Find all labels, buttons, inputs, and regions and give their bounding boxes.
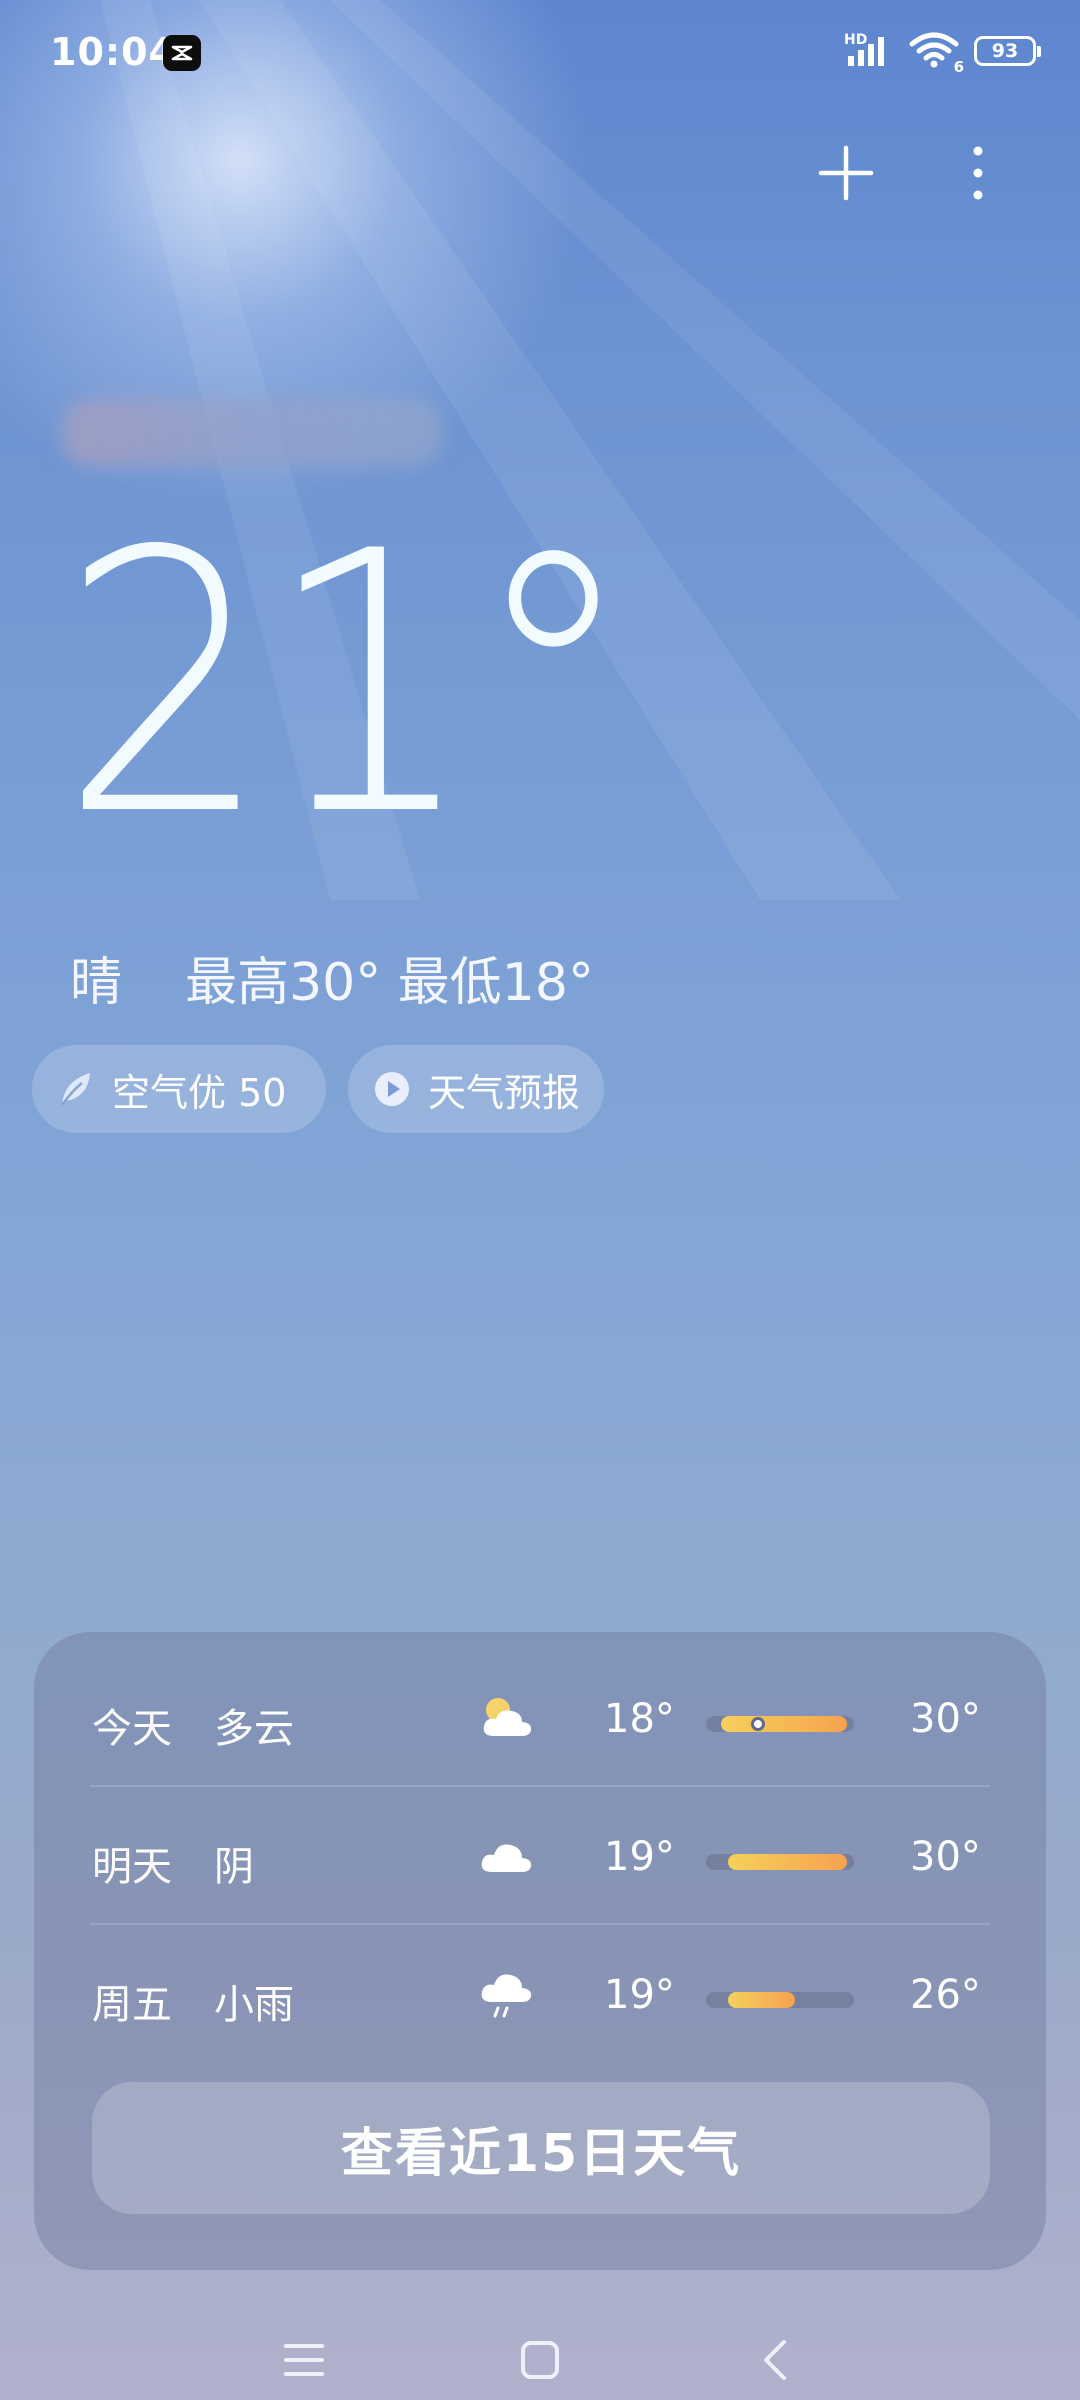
view-15-day-forecast-button[interactable]: 查看近15日天气 xyxy=(92,2082,990,2214)
row-divider xyxy=(90,1785,990,1787)
light-rain-icon xyxy=(481,1974,532,2018)
cloud-icon xyxy=(481,1844,532,1872)
status-time: 10:04 xyxy=(50,30,176,74)
menu-icon xyxy=(284,2344,324,2376)
temp-range-bar xyxy=(706,1716,854,1732)
forecast-row-today[interactable]: 今天 多云 18° 30° xyxy=(56,1652,981,1788)
more-options-button[interactable] xyxy=(955,140,1001,206)
wifi-label: 6 xyxy=(953,58,964,76)
plus-icon xyxy=(818,145,874,201)
temp-range-fill xyxy=(728,1854,847,1870)
back-button[interactable] xyxy=(746,2330,806,2390)
forecast-low: 19° xyxy=(604,1834,675,1880)
current-temperature: 21° xyxy=(60,475,636,894)
more-vertical-icon xyxy=(973,146,983,200)
forecast-day: 今天 xyxy=(92,1706,172,1752)
menu-button[interactable] xyxy=(274,2330,334,2390)
wifi-icon: 6 xyxy=(908,32,964,76)
weather-screen: 10:04 HD 6 93 21° 晴 最高30° 最低18° 空气优 50 天… xyxy=(0,0,1080,2400)
forecast-high: 26° xyxy=(910,1972,981,2018)
air-quality-text: 空气优 50 xyxy=(112,1070,287,1115)
home-button[interactable] xyxy=(510,2330,570,2390)
capcut-icon xyxy=(163,35,201,71)
weather-forecast-text: 天气预报 xyxy=(428,1070,581,1115)
forecast-high: 30° xyxy=(910,1834,981,1880)
home-square-icon xyxy=(521,2341,559,2379)
forecast-high: 30° xyxy=(910,1696,981,1742)
location-name-redacted[interactable] xyxy=(62,398,442,468)
row-divider xyxy=(90,1923,990,1925)
leaf-icon xyxy=(56,1069,96,1109)
temp-range-fill xyxy=(728,1992,795,2008)
back-chevron-icon xyxy=(764,2340,786,2380)
current-condition: 晴 xyxy=(70,953,123,1013)
forecast-row-friday[interactable]: 周五 小雨 19° 26° xyxy=(56,1928,981,2064)
forecast-row-tomorrow[interactable]: 明天 阴 19° 30° xyxy=(56,1790,981,1926)
forecast-day: 周五 xyxy=(92,1982,172,2028)
battery-icon: 93 xyxy=(974,36,1041,66)
air-quality-chip[interactable]: 空气优 50 xyxy=(32,1045,326,1133)
battery-level: 93 xyxy=(991,40,1019,62)
navigation-bar xyxy=(0,2300,1080,2400)
current-condition-line: 晴 最高30° 最低18° xyxy=(70,940,594,1015)
forecast-low: 19° xyxy=(604,1972,675,2018)
high-low-temperature: 最高30° 最低18° xyxy=(185,953,594,1013)
status-icons: HD 6 93 xyxy=(844,32,1041,76)
forecast-desc: 小雨 xyxy=(214,1982,294,2028)
status-bar: 10:04 HD 6 93 xyxy=(0,0,1080,110)
forecast-day: 明天 xyxy=(92,1844,172,1890)
signal-icon: HD xyxy=(844,32,894,68)
play-icon xyxy=(372,1069,412,1109)
forecast-desc: 多云 xyxy=(214,1706,294,1752)
temp-range-bar xyxy=(706,1992,854,2008)
weather-forecast-video-chip[interactable]: 天气预报 xyxy=(348,1045,604,1133)
current-temp-marker xyxy=(750,1717,765,1731)
partly-cloudy-icon xyxy=(483,1698,532,1736)
forecast-desc: 阴 xyxy=(214,1844,254,1890)
temp-range-fill xyxy=(720,1716,847,1732)
temp-range-bar xyxy=(706,1854,854,1870)
forecast-low: 18° xyxy=(604,1696,675,1742)
add-city-button[interactable] xyxy=(815,142,877,204)
